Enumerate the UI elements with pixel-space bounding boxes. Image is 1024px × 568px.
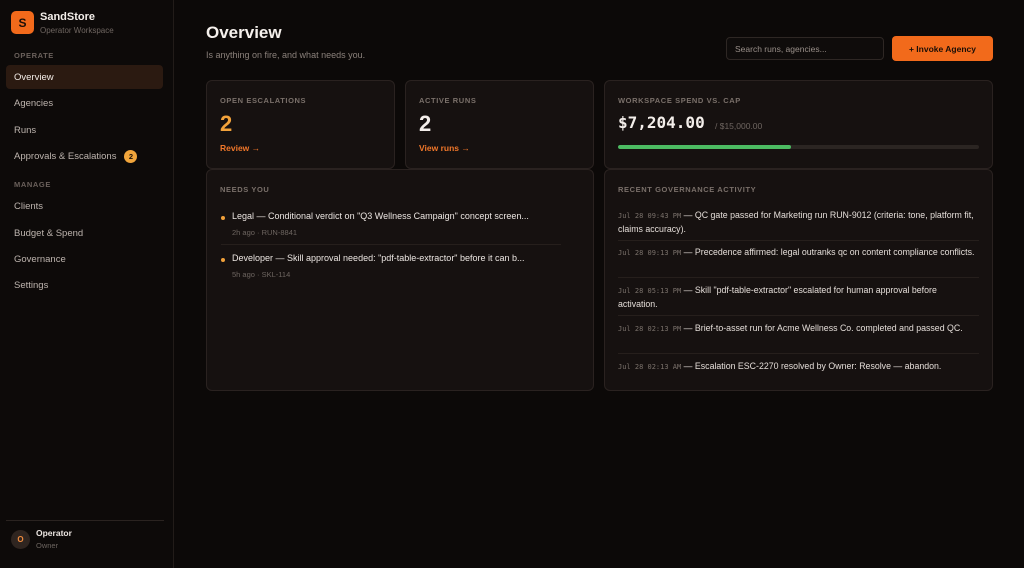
need-title: Developer — Skill approval needed: "pdf-…: [232, 253, 525, 263]
workspace-spend-card: WORKSPACE SPEND VS. CAP $7,204.00 / $15,…: [604, 80, 993, 169]
needs-you-panel: NEEDS YOU Legal — Conditional verdict on…: [206, 169, 594, 391]
bullet-dot-icon: [221, 258, 225, 262]
sidebar-item-label: Runs: [14, 124, 37, 136]
review-link[interactable]: Review →: [220, 143, 260, 153]
sidebar: S SandStore Operator Workspace OPERATE O…: [0, 0, 174, 568]
activity-text: — Precedence affirmed: legal outranks qc…: [681, 247, 975, 257]
activity-time: Jul 28 05:13 PM: [618, 287, 682, 295]
brand[interactable]: S SandStore Operator Workspace: [11, 10, 114, 35]
list-divider: [221, 244, 561, 245]
escalations-count: 2: [220, 111, 233, 136]
sidebar-item-agencies[interactable]: Agencies: [6, 91, 163, 115]
sidebar-item-overview[interactable]: Overview: [6, 65, 163, 89]
view-runs-link[interactable]: View runs →: [419, 143, 470, 153]
activity-item: Jul 28 09:13 PM — Precedence affirmed: l…: [618, 246, 978, 260]
activity-text: — Brief-to-asset run for Acme Wellness C…: [681, 323, 963, 333]
list-divider: [618, 353, 979, 354]
sidebar-item-clients[interactable]: Clients: [6, 194, 163, 218]
activity-time: Jul 28 02:13 PM: [618, 325, 682, 333]
panel-title: RECENT GOVERNANCE ACTIVITY: [618, 185, 757, 194]
avatar: O: [11, 529, 30, 549]
activity-item: Jul 28 09:43 PM — QC gate passed for Mar…: [618, 209, 978, 236]
brand-name: SandStore: [40, 11, 96, 23]
bullet-dot-icon: [221, 216, 225, 220]
invoke-agency-button[interactable]: + Invoke Agency: [892, 36, 993, 61]
activity-time: Jul 28 09:43 PM: [618, 212, 682, 220]
sidebar-item-label: Agencies: [14, 97, 54, 109]
card-label: OPEN ESCALATIONS: [220, 96, 307, 105]
active-runs-card: ACTIVE RUNS 2 View runs →: [405, 80, 594, 169]
spend-progress-bar: [618, 145, 979, 149]
sidebar-item-approvals[interactable]: Approvals & Escalations 2: [6, 144, 163, 168]
sidebar-item-label: Budget & Spend: [14, 227, 84, 239]
section-label-manage: MANAGE: [14, 180, 51, 189]
activity-item: Jul 28 02:13 PM — Brief-to-asset run for…: [618, 322, 978, 336]
user-name: Operator: [36, 528, 72, 538]
governance-activity-panel: RECENT GOVERNANCE ACTIVITY Jul 28 09:43 …: [604, 169, 993, 391]
open-escalations-card: OPEN ESCALATIONS 2 Review →: [206, 80, 395, 169]
sidebar-item-label: Governance: [14, 253, 66, 265]
activity-item: Jul 28 02:13 AM — Escalation ESC-2270 re…: [618, 360, 978, 374]
active-runs-count: 2: [419, 111, 432, 136]
activity-time: Jul 28 09:13 PM: [618, 249, 682, 257]
activity-text: — Escalation ESC-2270 resolved by Owner:…: [681, 361, 942, 371]
card-label: WORKSPACE SPEND VS. CAP: [618, 96, 741, 105]
spend-cap: / $15,000.00: [715, 121, 763, 131]
sidebar-item-label: Settings: [14, 279, 49, 291]
brand-logo-icon: S: [11, 11, 34, 34]
page-title: Overview: [206, 23, 282, 42]
panel-title: NEEDS YOU: [220, 185, 270, 194]
user-role: Owner: [36, 541, 59, 550]
sidebar-item-budget[interactable]: Budget & Spend: [6, 221, 163, 245]
sidebar-item-settings[interactable]: Settings: [6, 273, 163, 297]
spend-progress-fill: [618, 145, 792, 149]
sidebar-item-governance[interactable]: Governance: [6, 247, 163, 271]
user-profile[interactable]: O Operator Owner: [11, 528, 72, 550]
activity-time: Jul 28 02:13 AM: [618, 363, 682, 371]
list-divider: [618, 240, 979, 241]
sidebar-divider: [6, 520, 164, 521]
search-input[interactable]: [726, 37, 884, 60]
spend-value: $7,204.00: [618, 113, 705, 132]
sidebar-item-label: Clients: [14, 200, 44, 212]
section-label-operate: OPERATE: [14, 51, 54, 60]
list-divider: [618, 315, 979, 316]
approvals-count-badge: 2: [124, 149, 138, 163]
card-label: ACTIVE RUNS: [419, 96, 477, 105]
need-meta: 5h ago · SKL-114: [232, 270, 291, 279]
need-meta: 2h ago · RUN-8841: [232, 228, 298, 237]
sidebar-item-label: Overview: [14, 71, 54, 83]
sidebar-item-runs[interactable]: Runs: [6, 118, 163, 142]
sidebar-item-label: Approvals & Escalations: [14, 150, 117, 162]
page-subtitle: Is anything on fire, and what needs you.: [206, 50, 366, 60]
list-divider: [618, 277, 979, 278]
need-title: Legal — Conditional verdict on "Q3 Welln…: [232, 211, 529, 221]
activity-item: Jul 28 05:13 PM — Skill "pdf-table-extra…: [618, 284, 978, 311]
brand-subtitle: Operator Workspace: [40, 26, 114, 35]
